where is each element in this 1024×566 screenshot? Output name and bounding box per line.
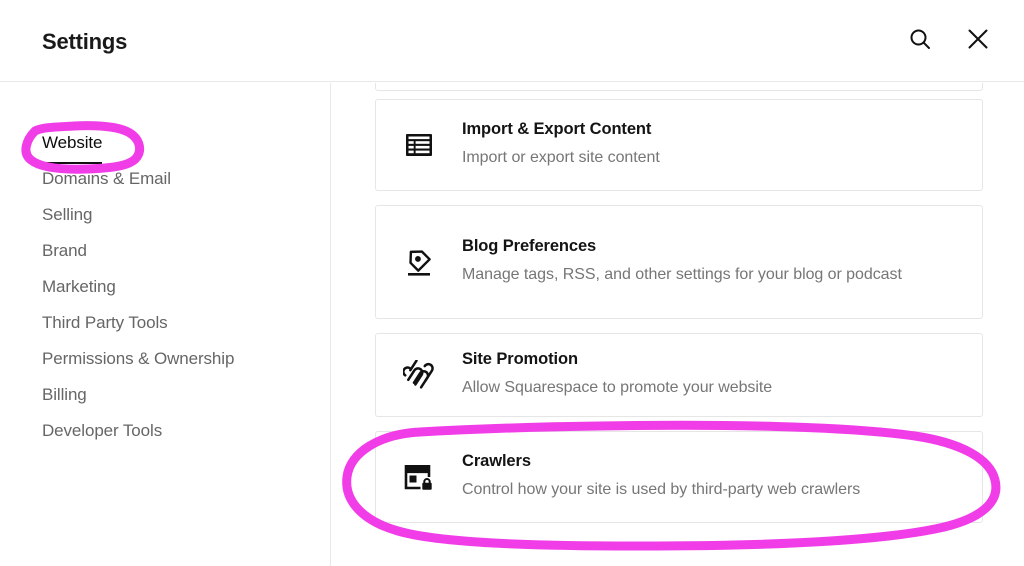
card-crawlers[interactable]: Crawlers Control how your site is used b… — [375, 431, 983, 523]
table-grid-icon — [376, 132, 462, 158]
sidebar-item-brand[interactable]: Brand — [0, 233, 330, 269]
sidebar-item-label: Selling — [42, 197, 92, 233]
sidebar-item-developer-tools[interactable]: Developer Tools — [0, 413, 330, 449]
search-icon — [908, 27, 932, 54]
card-description: Allow Squarespace to promote your websit… — [462, 374, 772, 402]
sidebar-item-selling[interactable]: Selling — [0, 197, 330, 233]
close-icon — [966, 27, 990, 54]
squarespace-logo-icon — [376, 360, 462, 390]
pen-nib-icon — [376, 247, 462, 277]
partial-card-above — [375, 83, 983, 91]
card-title: Site Promotion — [462, 348, 772, 371]
sidebar-item-label: Developer Tools — [42, 413, 162, 449]
sidebar-item-billing[interactable]: Billing — [0, 377, 330, 413]
sidebar-item-label: Website — [42, 125, 102, 164]
card-blog-preferences[interactable]: Blog Preferences Manage tags, RSS, and o… — [375, 205, 983, 319]
search-button[interactable] — [902, 22, 938, 58]
card-text: Blog Preferences Manage tags, RSS, and o… — [462, 233, 928, 291]
card-import-export-content[interactable]: Import & Export Content Import or export… — [375, 99, 983, 191]
header-actions — [902, 22, 996, 58]
close-button[interactable] — [960, 22, 996, 58]
sidebar-item-label: Billing — [42, 377, 87, 413]
sidebar-item-label: Domains & Email — [42, 161, 171, 197]
sidebar-item-label: Third Party Tools — [42, 305, 168, 341]
card-description: Import or export site content — [462, 144, 660, 172]
sidebar-item-permissions-ownership[interactable]: Permissions & Ownership — [0, 341, 330, 377]
card-text: Site Promotion Allow Squarespace to prom… — [462, 346, 798, 404]
settings-sidebar: Website Domains & Email Selling Brand Ma… — [0, 83, 331, 566]
settings-panel: Settings — [0, 0, 1024, 566]
sidebar-item-domains-email[interactable]: Domains & Email — [0, 161, 330, 197]
sidebar-item-label: Marketing — [42, 269, 116, 305]
card-title: Crawlers — [462, 450, 860, 473]
browser-lock-icon — [376, 463, 462, 491]
card-title: Import & Export Content — [462, 118, 660, 141]
card-text: Crawlers Control how your site is used b… — [462, 448, 886, 506]
sidebar-item-marketing[interactable]: Marketing — [0, 269, 330, 305]
sidebar-item-label: Permissions & Ownership — [42, 341, 234, 377]
card-description: Manage tags, RSS, and other settings for… — [462, 261, 902, 289]
sidebar-item-website[interactable]: Website — [0, 125, 330, 161]
card-text: Import & Export Content Import or export… — [462, 116, 686, 174]
card-title: Blog Preferences — [462, 235, 902, 258]
settings-card-list: Import & Export Content Import or export… — [332, 83, 1024, 566]
sidebar-item-third-party-tools[interactable]: Third Party Tools — [0, 305, 330, 341]
card-description: Control how your site is used by third-p… — [462, 476, 860, 504]
sidebar-item-label: Brand — [42, 233, 87, 269]
card-site-promotion[interactable]: Site Promotion Allow Squarespace to prom… — [375, 333, 983, 417]
panel-header: Settings — [0, 0, 1024, 82]
page-title: Settings — [42, 28, 127, 56]
